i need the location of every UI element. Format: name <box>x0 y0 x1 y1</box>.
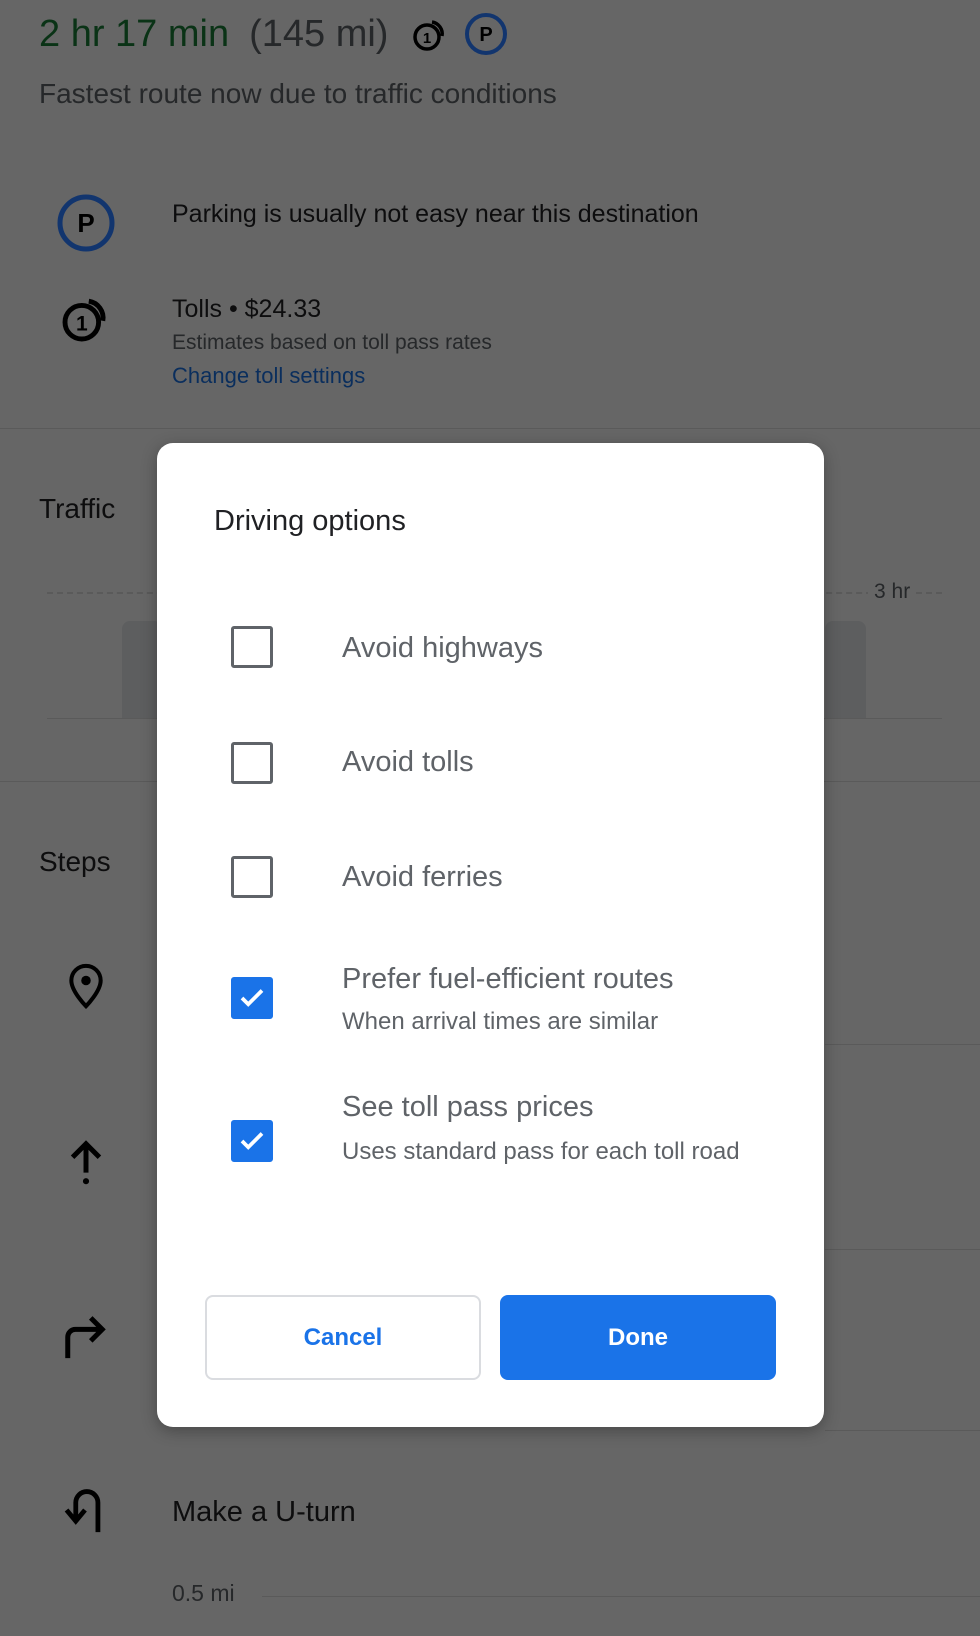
steps-heading: Steps <box>39 846 111 877</box>
step-distance: 0.5 mi <box>172 1580 235 1606</box>
traffic-heading: Traffic <box>39 493 116 524</box>
divider <box>825 1044 980 1045</box>
route-subtitle: Fastest route now due to traffic conditi… <box>39 78 557 109</box>
route-distance: (145 mi) <box>249 12 389 55</box>
step-text: Make a U-turn <box>172 1496 356 1528</box>
toll-icon: 1 <box>62 298 106 342</box>
svg-text:P: P <box>480 24 493 46</box>
cancel-button[interactable]: Cancel <box>205 1295 481 1380</box>
avoid-ferries-checkbox[interactable] <box>231 856 273 898</box>
location-pin-icon <box>69 963 103 1010</box>
divider <box>825 1249 980 1250</box>
change-toll-settings-link[interactable]: Change toll settings <box>172 363 365 389</box>
u-turn-icon <box>64 1489 101 1533</box>
tolls-note: Estimates based on toll pass rates <box>172 331 492 354</box>
option-sublabel: Uses standard pass for each toll road <box>342 1138 740 1165</box>
route-duration: 2 hr 17 min <box>39 12 230 55</box>
option-label[interactable]: Avoid highways <box>342 632 543 665</box>
route-summary: 2 hr 17 min (145 mi) 1 P <box>39 12 508 56</box>
driving-options-dialog: Driving options Avoid highways Avoid tol… <box>157 443 824 1427</box>
traffic-bar <box>825 621 866 719</box>
prefer-fuel-efficient-checkbox[interactable] <box>231 977 273 1019</box>
svg-text:1: 1 <box>76 313 88 336</box>
divider <box>0 428 980 429</box>
arrow-up-icon <box>70 1140 102 1185</box>
see-toll-pass-prices-checkbox[interactable] <box>231 1120 273 1162</box>
checkmark-icon <box>240 989 264 1007</box>
option-label[interactable]: Avoid ferries <box>342 861 503 894</box>
parking-icon: P <box>57 194 115 252</box>
dialog-title: Driving options <box>214 505 406 537</box>
option-sublabel: When arrival times are similar <box>342 1008 659 1035</box>
done-button[interactable]: Done <box>500 1295 776 1380</box>
parking-icon: P <box>465 13 508 55</box>
avoid-tolls-checkbox[interactable] <box>231 742 273 784</box>
turn-right-icon <box>65 1316 106 1359</box>
parking-note: Parking is usually not easy near this de… <box>172 200 699 228</box>
svg-text:P: P <box>77 208 94 238</box>
svg-text:1: 1 <box>423 30 431 47</box>
divider <box>825 1430 980 1431</box>
divider <box>262 1596 980 1597</box>
option-label[interactable]: See toll pass prices <box>342 1091 593 1124</box>
avoid-highways-checkbox[interactable] <box>231 626 273 668</box>
option-label[interactable]: Prefer fuel-efficient routes <box>342 963 674 996</box>
tolls-price: Tolls • $24.33 <box>172 295 322 323</box>
option-label[interactable]: Avoid tolls <box>342 746 474 779</box>
checkmark-icon <box>240 1132 264 1150</box>
toll-icon: 1 <box>413 20 445 51</box>
traffic-bar <box>122 621 162 719</box>
traffic-axis-label: 3 hr <box>868 580 917 604</box>
